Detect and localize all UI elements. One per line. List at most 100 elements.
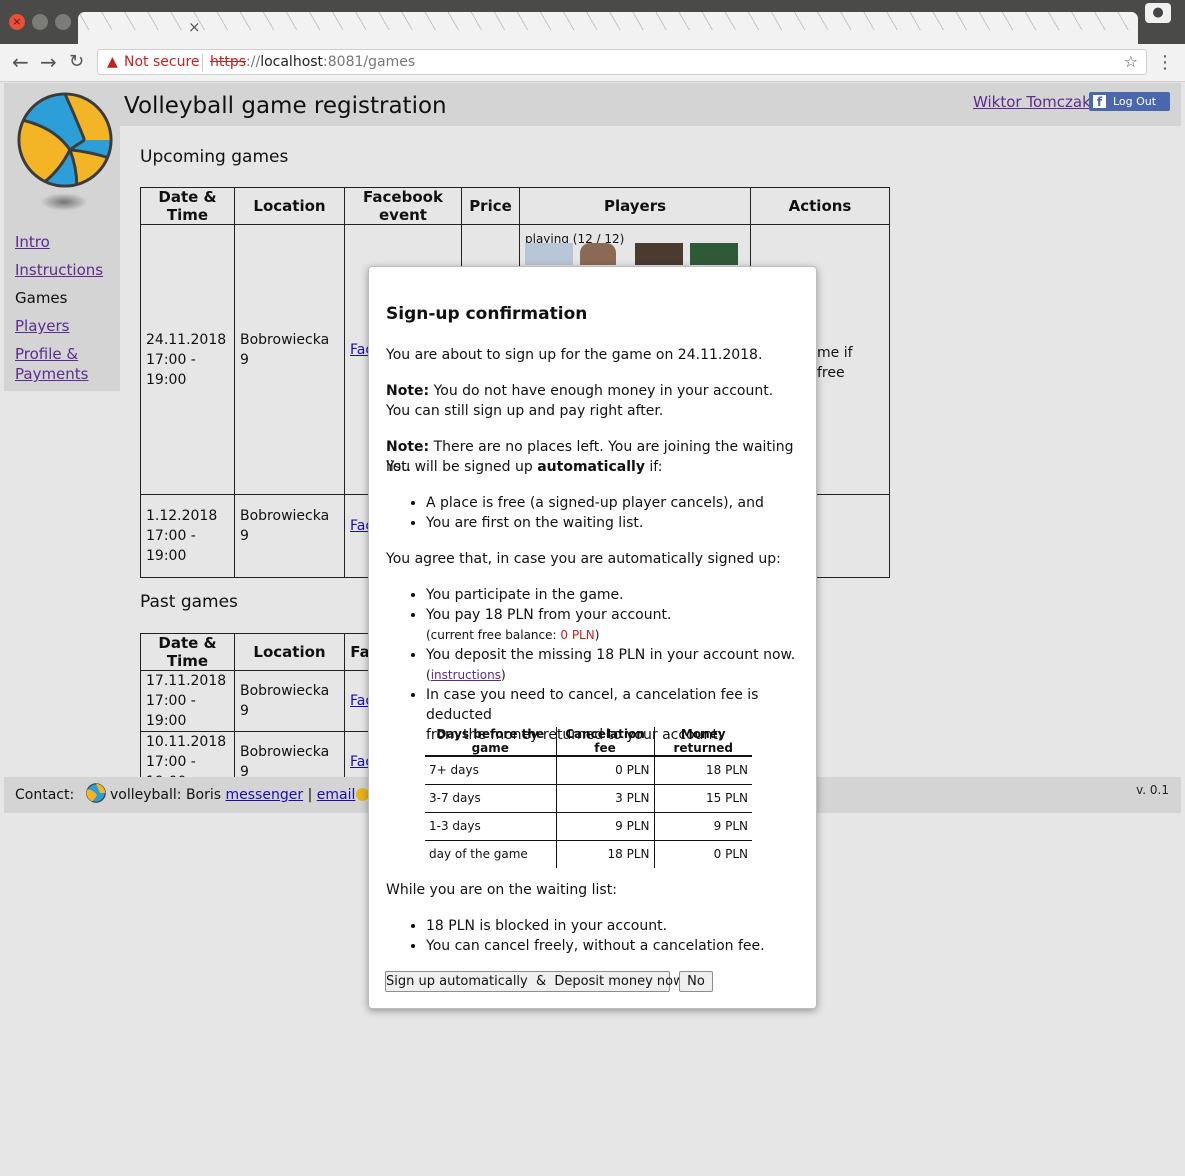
fee-days: 7+ days	[425, 756, 556, 785]
col-header: Actions	[750, 187, 890, 225]
game-time: 17:00 - 19:00	[146, 528, 196, 564]
balance-note: (current free balance: 0 PLN)	[426, 628, 599, 642]
fee-amount: 3 PLN	[555, 784, 654, 813]
tab-background	[78, 12, 1138, 30]
balance-label: (current free balance:	[426, 628, 557, 642]
fee-amount: 18 PLN	[555, 840, 654, 868]
fee-days: day of the game	[429, 847, 528, 862]
col-header: Location	[234, 187, 345, 225]
list-item: You are first on the waiting list.	[426, 513, 764, 533]
warning-triangle-icon: ▲	[107, 54, 118, 70]
email-link[interactable]: email	[317, 787, 356, 803]
contact-separator: |	[307, 787, 313, 803]
note-waiting-post: if:	[649, 459, 663, 475]
address-divider	[202, 54, 203, 71]
fee-returned: 9 PLN	[653, 812, 752, 841]
game-location: Bobrowiecka 9	[234, 224, 345, 495]
sidebar-item-instructions[interactable]: Instructions	[15, 260, 103, 280]
balance-value: 0 PLN	[560, 628, 595, 642]
messenger-link[interactable]: messenger	[226, 787, 304, 803]
note-waiting-line2: You will be signed up automatically if:	[386, 457, 662, 477]
window-minimize-icon[interactable]	[32, 14, 48, 30]
sidebar-item-profile[interactable]: Profile &	[15, 344, 78, 364]
game-location: Bobrowiecka 9	[234, 670, 345, 732]
url-text[interactable]: https://localhost:8081/games	[210, 50, 415, 74]
cancelation-fee-table: Days before the game Cancelation fee Mon…	[425, 727, 752, 868]
user-profile-link[interactable]: Wiktor Tomczak	[973, 93, 1091, 111]
player-avatars	[388, 243, 738, 265]
fee-amount: 0 PLN	[555, 756, 654, 785]
game-date: 1.12.2018	[146, 508, 218, 524]
fee-amount: 9 PLN	[555, 812, 654, 841]
list-item: You participate in the game.	[426, 585, 816, 605]
window-close-icon[interactable]: ×	[9, 14, 25, 30]
tab-close-icon[interactable]: ×	[188, 18, 201, 36]
sidebar-item-players[interactable]: Players	[15, 316, 70, 336]
dialog-title: Sign-up confirmation	[386, 304, 588, 324]
back-arrow-icon[interactable]: ←	[12, 51, 29, 73]
list-item: You deposit the missing 18 PLN in your a…	[426, 645, 816, 685]
game-date: 17.11.2018	[146, 673, 227, 689]
note-waiting-bold: automatically	[537, 459, 645, 475]
url-host: localhost	[260, 54, 324, 70]
action-note-line1: me if	[817, 345, 853, 361]
sidebar-item-payments[interactable]: Payments	[15, 364, 88, 384]
browser-profile-icon[interactable]: ●	[1145, 3, 1171, 23]
fee-days: 1-3 days	[425, 812, 556, 841]
note-balance-line2: You can still sign up and pay right afte…	[386, 403, 664, 419]
game-date: 24.11.2018	[146, 331, 227, 348]
instructions-close: )	[500, 668, 506, 682]
note-balance-text: You do not have enough money in your acc…	[433, 383, 774, 399]
fee-days: 3-7 days	[425, 784, 556, 813]
reload-icon[interactable]: ↻	[69, 51, 84, 73]
instructions-link[interactable]: instructions	[431, 668, 501, 682]
action-note-line2: free	[817, 365, 845, 381]
fee-row: day of the game 18 PLN 0 PLN	[425, 840, 752, 868]
address-bar[interactable]: ▲ Not secure https://localhost:8081/game…	[97, 49, 1147, 75]
instructions-note: (instructions)	[426, 668, 506, 682]
signup-confirmation-dialog: Sign-up confirmation You are about to si…	[368, 266, 817, 1009]
forward-arrow-icon[interactable]: →	[40, 51, 57, 73]
agreement-list: You participate in the game. You pay 18 …	[386, 585, 816, 745]
contact-info: volleyball: Boris messenger | email	[110, 787, 355, 803]
browser-tab[interactable]: ×	[78, 12, 1138, 44]
agreement-intro: You agree that, in case you are automati…	[386, 551, 781, 567]
url-separator: ://	[246, 54, 261, 70]
signup-deposit-button[interactable]: Sign up automatically & Deposit money no…	[385, 971, 684, 992]
security-status[interactable]: Not secure	[124, 50, 200, 74]
deposit-text: You deposit the missing 18 PLN in your a…	[426, 647, 796, 663]
cancel-text-line1: In case you need to cancel, a cancelatio…	[426, 687, 759, 723]
no-button[interactable]: No	[679, 971, 713, 992]
upcoming-games-title: Upcoming games	[140, 147, 289, 167]
window-maximize-icon[interactable]	[55, 14, 71, 30]
waiting-intro: While you are on the waiting list:	[386, 882, 617, 898]
game-datetime: 17.11.2018 17:00 - 19:00	[140, 670, 235, 732]
browser-toolbar: ← → ↻ ▲ Not secure https://localhost:808…	[0, 44, 1185, 82]
game-time: 17:00 - 19:00	[146, 351, 196, 388]
player-avatar[interactable]	[690, 243, 738, 265]
browser-menu-icon[interactable]: ⋮	[1156, 52, 1174, 73]
sidebar-item-games[interactable]: Games	[15, 288, 67, 308]
fee-header-row: Days before the game Cancelation fee Mon…	[425, 727, 752, 757]
col-header: Location	[234, 633, 345, 671]
bookmark-star-icon[interactable]: ☆	[1124, 50, 1138, 74]
sidebar: Intro Instructions Games Players Profile…	[4, 83, 120, 391]
player-avatar[interactable]	[580, 243, 616, 265]
game-date: 10.11.2018	[146, 734, 227, 750]
player-avatar[interactable]	[635, 243, 683, 265]
conditions-list: A place is free (a signed-up player canc…	[386, 493, 764, 533]
game-datetime: 24.11.2018 17:00 - 19:00	[140, 224, 235, 495]
fee-row: 3-7 days 3 PLN 15 PLN	[425, 784, 752, 813]
player-avatar[interactable]	[525, 243, 573, 265]
note-label: Note:	[386, 383, 430, 399]
game-time: 17:00 - 19:00	[146, 693, 196, 729]
sidebar-item-intro[interactable]: Intro	[15, 232, 50, 252]
pay-text: You pay 18 PLN from your account.	[426, 607, 672, 623]
fee-returned: 0 PLN	[653, 840, 752, 868]
col-header: Date & Time	[140, 187, 235, 225]
logout-button[interactable]: f Log Out	[1089, 92, 1170, 111]
table-header-row: Date & Time Location Facebook event Pric…	[140, 187, 890, 225]
title-bar: × × ●	[0, 0, 1185, 44]
list-item: You pay 18 PLN from your account. (curren…	[426, 605, 816, 645]
logout-label: Log Out	[1113, 95, 1157, 108]
